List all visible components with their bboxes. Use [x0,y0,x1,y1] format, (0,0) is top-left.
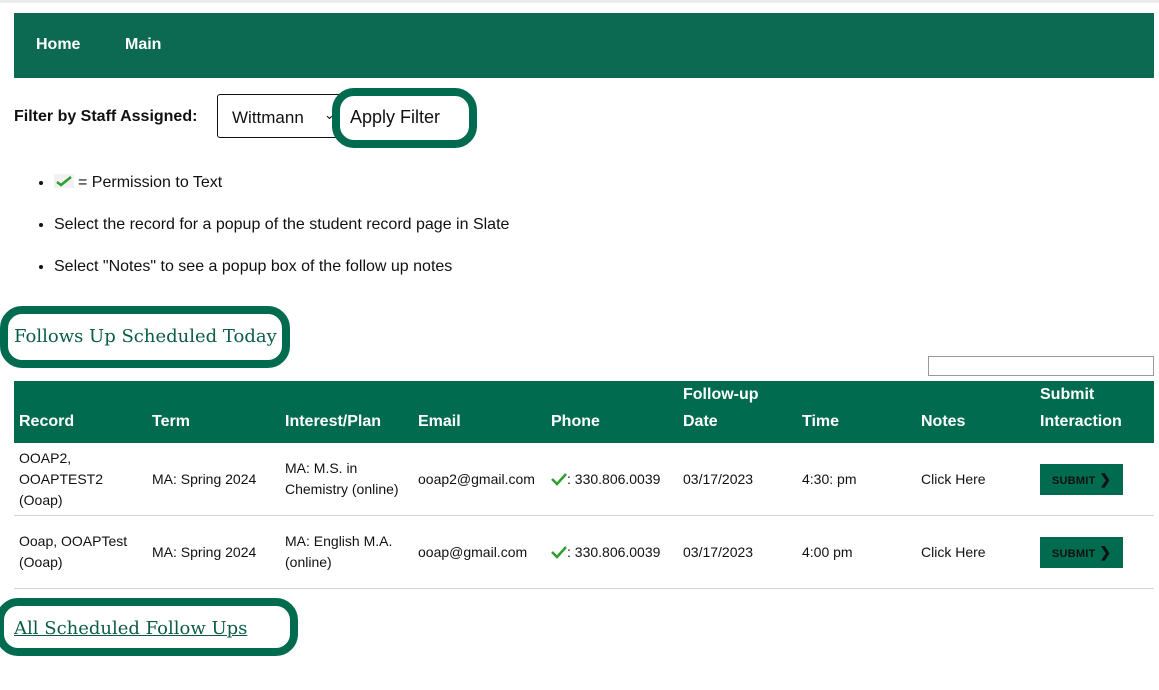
checkmark-icon [551,471,567,486]
apply-filter-button[interactable]: Apply Filter [350,107,440,128]
permission-text: = Permission to Text [78,174,223,191]
header-phone[interactable]: Phone [546,381,678,443]
header-text: Date [683,413,718,430]
today-section-title: Follows Up Scheduled Today [14,326,277,347]
email-cell: ooap2@gmail.com [413,443,546,516]
notes-link[interactable]: Click Here [916,515,1035,589]
submit-cell: SUBMIT ❯ [1035,515,1154,589]
date-cell: 03/17/2023 [678,515,797,589]
header-text: Interaction [1040,413,1122,430]
record-text: Ooap, OOAPTest [19,533,128,549]
header-record[interactable]: Record [14,381,147,443]
table-row: Ooap, OOAPTest (Ooap) MA: Spring 2024 MA:… [14,515,1154,589]
interest-text: (online) [285,554,332,570]
filter-label: Filter by Staff Assigned: [14,108,198,125]
notes-link[interactable]: Click Here [916,443,1035,516]
submit-label: SUBMIT [1052,474,1096,487]
header-email[interactable]: Email [413,381,546,443]
record-text: OOAP2, [19,449,72,466]
all-scheduled-followups-link[interactable]: All Scheduled Follow Ups [14,618,247,639]
submit-button[interactable]: SUBMIT ❯ [1040,536,1124,568]
term-cell: MA: Spring 2024 [147,515,280,589]
checkmark-icon [54,173,74,188]
record-text: OOAPTEST2 [19,470,104,487]
header-text: Submit [1040,386,1095,403]
top-navbar: Home Main [14,13,1154,78]
time-cell: 4:00 pm [797,515,916,589]
chevron-right-icon: ❯ [1099,470,1112,487]
submit-cell: SUBMIT ❯ [1035,443,1154,516]
phone-text: : 330.806.0039 [567,470,661,487]
interest-text: Chemistry (online) [285,481,399,497]
chevron-right-icon: ❯ [1099,543,1112,560]
staff-select[interactable]: Wittmann ⌄ [217,94,347,138]
interest-text: MA: English M.A. [285,533,393,549]
header-text: Follow-up [683,386,759,403]
staff-select-value: Wittmann [232,108,304,127]
interest-cell: MA: English M.A. (online) [280,515,413,589]
record-cell[interactable]: Ooap, OOAPTest (Ooap) [14,515,147,589]
checkmark-icon [551,544,567,559]
email-cell: ooap@gmail.com [413,515,546,589]
phone-cell: : 330.806.0039 [546,443,678,516]
header-submit-interaction[interactable]: Submit Interaction [1035,381,1154,443]
instruction-item: Select the record for a popup of the stu… [54,204,509,246]
header-notes[interactable]: Notes [916,381,1035,443]
time-cell: 4:30: pm [797,443,916,516]
record-text: (Ooap) [19,554,63,570]
term-cell: MA: Spring 2024 [147,443,280,516]
interest-cell: MA: M.S. in Chemistry (online) [280,443,413,516]
table-row: OOAP2, OOAPTEST2 (Ooap) MA: Spring 2024 MA… [14,443,1154,516]
table-header-row: Record Term Interest/Plan Email Phone Fo… [14,381,1154,443]
submit-label: SUBMIT [1052,547,1096,560]
date-cell: 03/17/2023 [678,443,797,516]
instructions-list: = Permission to Text Select the record f… [34,162,509,288]
table-search-input[interactable] [928,356,1154,376]
instruction-item: Select "Notes" to see a popup box of the… [54,246,509,288]
phone-text: : 330.806.0039 [567,543,661,560]
interest-text: MA: M.S. in [285,460,358,476]
nav-main-link[interactable]: Main [125,36,161,54]
header-time[interactable]: Time [797,381,916,443]
submit-button[interactable]: SUBMIT ❯ [1040,463,1124,495]
instruction-item: = Permission to Text [54,162,509,204]
record-text: (Ooap) [19,491,63,508]
header-term[interactable]: Term [147,381,280,443]
header-interest[interactable]: Interest/Plan [280,381,413,443]
top-border [0,0,1159,3]
record-cell[interactable]: OOAP2, OOAPTEST2 (Ooap) [14,443,147,516]
nav-home-link[interactable]: Home [36,36,80,54]
followups-table: Record Term Interest/Plan Email Phone Fo… [14,381,1154,589]
header-followup-date[interactable]: Follow-up Date [678,381,797,443]
phone-cell: : 330.806.0039 [546,515,678,589]
